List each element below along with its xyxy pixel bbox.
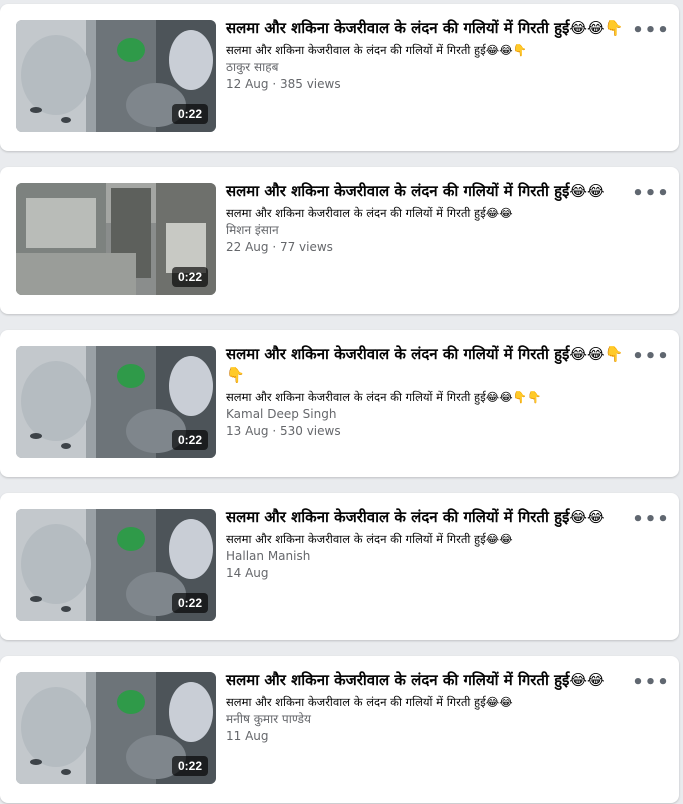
video-results-list: 0:22 सलमा और शकिना केजरीवाल के लंदन की गल… xyxy=(0,0,683,804)
video-views: 385 views xyxy=(279,77,341,91)
more-options-icon[interactable]: ••• xyxy=(632,346,669,367)
video-date: 14 Aug xyxy=(226,566,269,580)
video-author[interactable]: ठाकुर साहब xyxy=(226,59,634,76)
more-options-icon[interactable]: ••• xyxy=(632,183,669,204)
meta-separator: · xyxy=(268,77,280,91)
video-meta: 12 Aug · 385 views xyxy=(226,76,634,93)
meta-separator: · xyxy=(268,424,280,438)
video-title[interactable]: सलमा और शकिना केजरीवाल के लंदन की गलियों… xyxy=(226,344,634,386)
video-author[interactable]: मिशन इंसान xyxy=(226,222,634,239)
video-description: सलमा और शकिना केजरीवाल के लंदन की गलियों… xyxy=(226,532,513,546)
video-info: सलमा और शकिना केजरीवाल के लंदन की गलियों… xyxy=(226,18,634,93)
video-duration-badge: 0:22 xyxy=(171,430,208,450)
video-author[interactable]: Kamal Deep Singh xyxy=(226,406,634,423)
video-title[interactable]: सलमा और शकिना केजरीवाल के लंदन की गलियों… xyxy=(226,670,634,691)
video-author[interactable]: मनीष कुमार पाण्डेय xyxy=(226,711,634,728)
video-description: सलमा और शकिना केजरीवाल के लंदन की गलियों… xyxy=(226,390,542,404)
video-info: सलमा और शकिना केजरीवाल के लंदन की गलियों… xyxy=(226,344,634,440)
video-author[interactable]: Hallan Manish xyxy=(226,548,634,565)
more-options-icon[interactable]: ••• xyxy=(632,672,669,693)
more-options-icon[interactable]: ••• xyxy=(632,509,669,530)
video-meta: 13 Aug · 530 views xyxy=(226,423,634,440)
video-title[interactable]: सलमा और शकिना केजरीवाल के लंदन की गलियों… xyxy=(226,507,634,528)
meta-separator: · xyxy=(268,240,280,254)
more-options-icon[interactable]: ••• xyxy=(632,20,669,41)
video-views: 77 views xyxy=(279,240,333,254)
video-title[interactable]: सलमा और शकिना केजरीवाल के लंदन की गलियों… xyxy=(226,181,634,202)
video-thumbnail[interactable]: 0:22 xyxy=(16,20,216,132)
video-date: 22 Aug xyxy=(226,240,269,254)
video-result-card[interactable]: 0:22 सलमा और शकिना केजरीवाल के लंदन की गल… xyxy=(0,4,679,151)
video-duration-badge: 0:22 xyxy=(171,104,208,124)
video-thumbnail[interactable]: 0:22 xyxy=(16,509,216,621)
video-duration-badge: 0:22 xyxy=(171,593,208,613)
video-thumbnail[interactable]: 0:22 xyxy=(16,346,216,458)
video-meta: 14 Aug xyxy=(226,565,634,582)
video-date: 12 Aug xyxy=(226,77,269,91)
video-result-card[interactable]: 0:22 सलमा और शकिना केजरीवाल के लंदन की गल… xyxy=(0,330,679,477)
video-duration-badge: 0:22 xyxy=(171,267,208,287)
video-thumbnail[interactable]: 0:22 xyxy=(16,183,216,295)
video-result-card[interactable]: 0:22 सलमा और शकिना केजरीवाल के लंदन की गल… xyxy=(0,493,679,640)
video-title[interactable]: सलमा और शकिना केजरीवाल के लंदन की गलियों… xyxy=(226,18,634,39)
video-views: 530 views xyxy=(279,424,341,438)
video-info: सलमा और शकिना केजरीवाल के लंदन की गलियों… xyxy=(226,507,634,582)
video-date: 11 Aug xyxy=(226,729,269,743)
video-description: सलमा और शकिना केजरीवाल के लंदन की गलियों… xyxy=(226,206,513,220)
video-result-card[interactable]: 0:22 सलमा और शकिना केजरीवाल के लंदन की गल… xyxy=(0,167,679,314)
video-date: 13 Aug xyxy=(226,424,269,438)
video-result-card[interactable]: 0:22 सलमा और शकिना केजरीवाल के लंदन की गल… xyxy=(0,656,679,803)
video-info: सलमा और शकिना केजरीवाल के लंदन की गलियों… xyxy=(226,181,634,256)
video-meta: 22 Aug · 77 views xyxy=(226,239,634,256)
video-description: सलमा और शकिना केजरीवाल के लंदन की गलियों… xyxy=(226,695,513,709)
video-description: सलमा और शकिना केजरीवाल के लंदन की गलियों… xyxy=(226,43,527,57)
video-duration-badge: 0:22 xyxy=(171,756,208,776)
video-info: सलमा और शकिना केजरीवाल के लंदन की गलियों… xyxy=(226,670,634,745)
video-thumbnail[interactable]: 0:22 xyxy=(16,672,216,784)
video-meta: 11 Aug xyxy=(226,728,634,745)
